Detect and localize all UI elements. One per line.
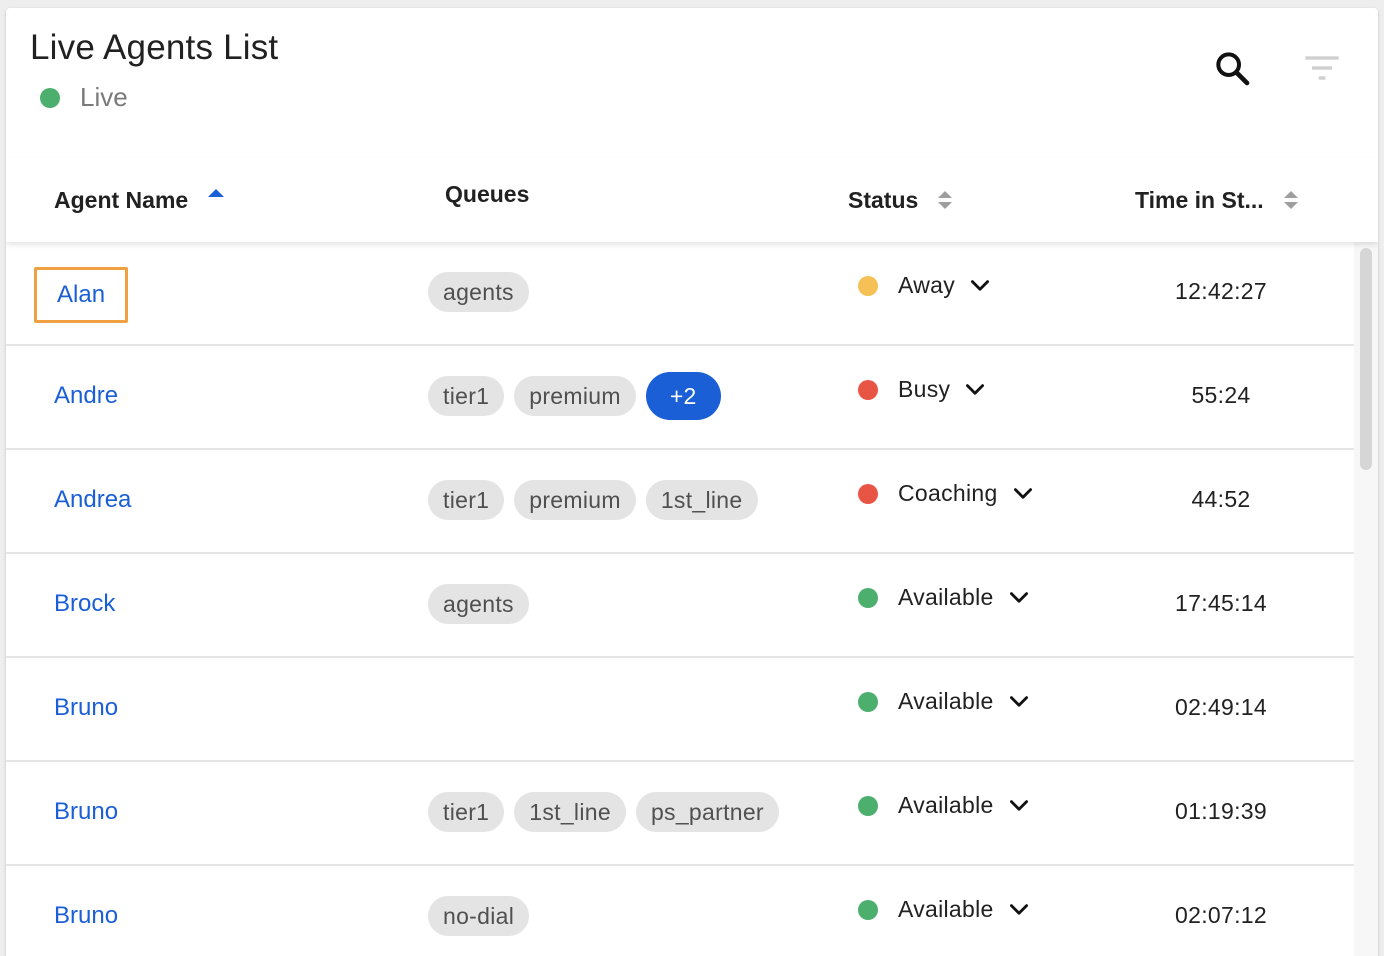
queue-chip: agents [428, 272, 529, 312]
status-dot [858, 483, 878, 504]
table-row: Bruno Available 02:49:14 [6, 658, 1354, 762]
agent-name-link[interactable]: Alan [34, 267, 129, 323]
status-label: Available [898, 896, 994, 922]
time-in-status: 01:19:39 [1175, 798, 1267, 824]
status-dropdown[interactable]: Available [858, 688, 1032, 715]
queue-chip: tier1 [428, 792, 505, 832]
queue-chip: tier1 [428, 376, 505, 416]
page-title: Live Agents List [30, 28, 279, 67]
status-label: Away [898, 272, 956, 298]
chevron-down-icon [1006, 689, 1032, 715]
column-label-time-in-status: Time in St... [1135, 186, 1264, 213]
table-row: Bruno no-dial Available 02:07:12 [6, 866, 1354, 956]
agent-name-link[interactable]: Brock [54, 590, 115, 618]
agent-name-link[interactable]: Bruno [54, 798, 118, 826]
live-agents-card: Live Agents List Live Agent Name Queues … [6, 8, 1378, 956]
agent-name-link[interactable]: Bruno [54, 694, 118, 722]
search-button[interactable] [1206, 42, 1258, 94]
status-dot [858, 379, 878, 400]
vertical-scrollbar[interactable] [1354, 242, 1378, 956]
table-header: Agent Name Queues Status Time in St... [6, 158, 1378, 242]
time-in-status: 44:52 [1191, 486, 1251, 512]
status-dropdown[interactable]: Coaching [858, 480, 1036, 507]
queue-chip: tier1 [428, 480, 505, 520]
agent-name-link[interactable]: Andre [54, 382, 118, 410]
agent-name-link[interactable]: Bruno [54, 902, 118, 930]
status-label: Available [898, 584, 994, 610]
column-label-agent-name: Agent Name [54, 186, 189, 213]
queue-chip: 1st_line [645, 480, 758, 520]
status-dot [858, 275, 878, 296]
live-status-dot [40, 87, 60, 108]
table-row: Bruno tier1 1st_line ps_partner Available 01:… [6, 762, 1354, 866]
chevron-down-icon [1010, 481, 1036, 507]
column-header-status[interactable]: Status [848, 158, 953, 242]
queue-chips: tier1 premium +2 [428, 372, 721, 420]
table-row: Andrea tier1 premium 1st_line Coaching 44:52 [6, 450, 1354, 554]
live-indicator: Live [40, 82, 128, 113]
queue-chips: tier1 premium 1st_line [428, 480, 758, 520]
time-in-status: 02:49:14 [1175, 694, 1267, 720]
agent-name-link[interactable]: Andrea [54, 486, 131, 514]
table-row: Alan agents Away 12:42:27 [6, 242, 1354, 346]
time-in-status: 02:07:12 [1175, 902, 1267, 928]
queue-chip: premium [514, 480, 636, 520]
queue-chips: tier1 1st_line ps_partner [428, 792, 779, 832]
scrollbar-thumb[interactable] [1360, 248, 1372, 470]
queue-chips: agents [428, 272, 529, 312]
column-header-queues: Queues [445, 152, 529, 236]
queue-chips: agents [428, 584, 529, 624]
column-header-agent-name[interactable]: Agent Name [54, 158, 225, 242]
queue-chip: premium [514, 376, 636, 416]
queue-chip: no-dial [428, 896, 530, 936]
live-label: Live [80, 82, 128, 112]
status-dot [858, 795, 878, 816]
sort-ascending-icon [208, 189, 225, 197]
status-dropdown[interactable]: Busy [858, 376, 988, 403]
status-dot [858, 691, 878, 712]
time-in-status: 17:45:14 [1175, 590, 1267, 616]
queue-chip: ps_partner [635, 792, 779, 832]
chevron-down-icon [967, 273, 993, 299]
column-header-time-in-status[interactable]: Time in St... [1135, 158, 1298, 242]
search-icon [1216, 52, 1250, 86]
status-label: Available [898, 792, 994, 818]
queue-chip: 1st_line [514, 792, 626, 832]
status-dot [858, 587, 878, 608]
chevron-down-icon [962, 377, 988, 403]
time-in-status: 12:42:27 [1175, 278, 1267, 304]
table-row: Andre tier1 premium +2 Busy 55:24 [6, 346, 1354, 450]
sort-icon [1283, 191, 1298, 209]
filter-button[interactable] [1296, 42, 1348, 94]
status-dropdown[interactable]: Available [858, 896, 1032, 923]
status-label: Busy [898, 376, 951, 402]
column-label-queues: Queues [445, 180, 530, 207]
status-dot [858, 899, 878, 920]
chevron-down-icon [1006, 897, 1032, 923]
more-queues-button[interactable]: +2 [645, 372, 721, 420]
filter-icon [1305, 56, 1339, 80]
status-label: Available [898, 688, 994, 714]
table-row: Brock agents Available 17:45:14 [6, 554, 1354, 658]
agents-table-body: Alan agents Away 12:42:27 Andre tier1 premium +… [6, 242, 1354, 956]
status-label: Coaching [898, 480, 998, 506]
chevron-down-icon [1006, 793, 1032, 819]
column-label-status: Status [848, 186, 919, 213]
chevron-down-icon [1006, 585, 1032, 611]
status-dropdown[interactable]: Available [858, 792, 1032, 819]
queue-chips: no-dial [428, 896, 530, 936]
status-dropdown[interactable]: Available [858, 584, 1032, 611]
time-in-status: 55:24 [1191, 382, 1251, 408]
sort-icon [938, 191, 953, 209]
status-dropdown[interactable]: Away [858, 272, 993, 299]
queue-chip: agents [428, 584, 529, 624]
